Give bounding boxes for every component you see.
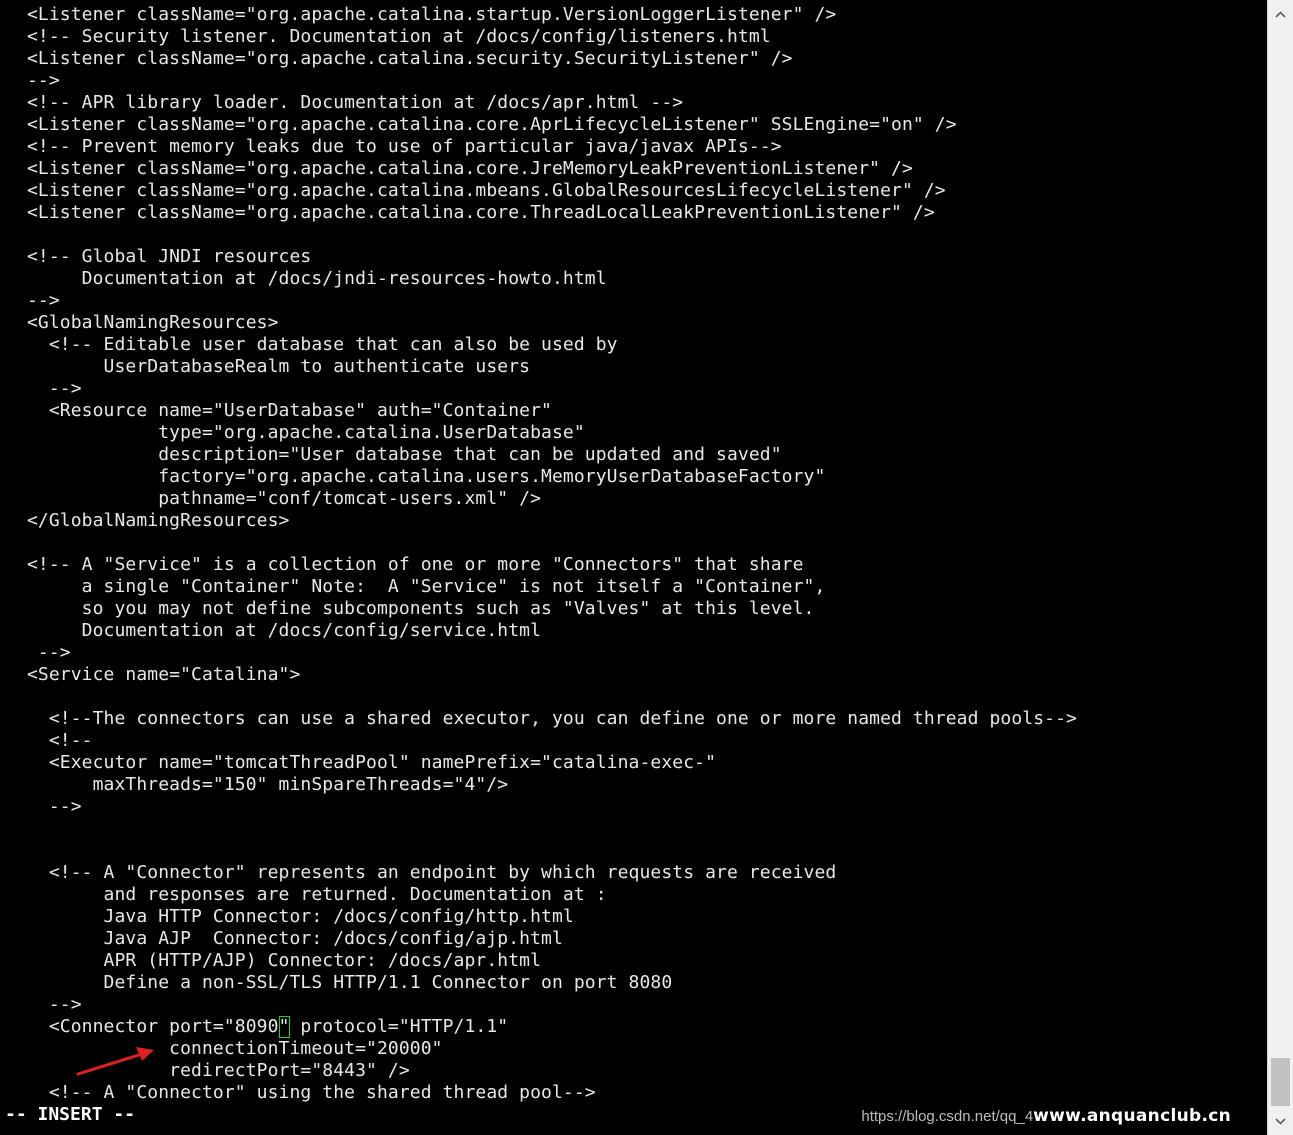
code-line: so you may not define subcomponents such… xyxy=(27,598,815,619)
code-line: and responses are returned. Documentatio… xyxy=(27,884,607,905)
code-line: factory="org.apache.catalina.users.Memor… xyxy=(27,466,826,487)
code-line: a single "Container" Note: A "Service" i… xyxy=(27,576,826,597)
code-line: <!-- Editable user database that can als… xyxy=(27,334,618,355)
code-line-cursor: <Connector port="8090" protocol="HTTP/1.… xyxy=(27,1016,1077,1038)
code-line: <!-- Global JNDI resources xyxy=(27,246,312,267)
code-line: --> xyxy=(27,796,82,817)
scroll-up-button[interactable] xyxy=(1268,0,1293,28)
watermark-brand: www.anquanclub.cn xyxy=(1033,1106,1231,1126)
code-line: <GlobalNamingResources> xyxy=(27,312,279,333)
code-line: <!-- A "Service" is a collection of one … xyxy=(27,554,804,575)
red-arrow-annotation xyxy=(76,1047,154,1076)
code-line: Define a non-SSL/TLS HTTP/1.1 Connector … xyxy=(27,972,673,993)
vertical-scrollbar[interactable] xyxy=(1267,0,1293,1135)
vim-mode-indicator: -- INSERT -- xyxy=(5,1104,136,1125)
code-line: description="User database that can be u… xyxy=(27,444,782,465)
code-line: --> xyxy=(27,642,71,663)
code-line: UserDatabaseRealm to authenticate users xyxy=(27,356,531,377)
code-line: Java AJP Connector: /docs/config/ajp.htm… xyxy=(27,928,563,949)
code-line: --> xyxy=(27,994,82,1015)
code-line: pathname="conf/tomcat-users.xml" /> xyxy=(27,488,542,509)
terminal-window[interactable]: <Listener className="org.apache.catalina… xyxy=(0,0,1267,1135)
code-line: <Listener className="org.apache.catalina… xyxy=(27,4,837,25)
code-line: maxThreads="150" minSpareThreads="4"/> xyxy=(27,774,509,795)
code-line: --> xyxy=(27,378,82,399)
watermark-url: https://blog.csdn.net/qq_4 xyxy=(861,1108,1034,1125)
scrollbar-thumb[interactable] xyxy=(1271,1058,1290,1106)
code-line: </GlobalNamingResources> xyxy=(27,510,290,531)
watermark: https://blog.csdn.net/qq_4www.anquanclub… xyxy=(861,1104,1231,1128)
code-line: Java HTTP Connector: /docs/config/http.h… xyxy=(27,906,574,927)
code-line: <!-- Prevent memory leaks due to use of … xyxy=(27,136,782,157)
code-line: type="org.apache.catalina.UserDatabase" xyxy=(27,422,585,443)
code-line: <Listener className="org.apache.catalina… xyxy=(27,180,946,201)
code-line: <!-- A "Connector" using the shared thre… xyxy=(27,1082,596,1103)
scroll-down-button[interactable] xyxy=(1268,1107,1293,1135)
code-line: --> xyxy=(27,290,60,311)
code-line: --> xyxy=(27,70,60,91)
code-line: Documentation at /docs/config/service.ht… xyxy=(27,620,542,641)
code-line: <!-- A "Connector" represents an endpoin… xyxy=(27,862,837,883)
editor-buffer[interactable]: <Listener className="org.apache.catalina… xyxy=(27,4,1077,1104)
code-text: protocol="HTTP/1.1" xyxy=(289,1016,509,1037)
text-cursor: " xyxy=(278,1016,290,1038)
chevron-down-icon xyxy=(1275,1117,1286,1125)
code-line: APR (HTTP/AJP) Connector: /docs/apr.html xyxy=(27,950,542,971)
code-line: connectionTimeout="20000" xyxy=(27,1038,443,1059)
code-line: <Listener className="org.apache.catalina… xyxy=(27,202,935,223)
code-line: <Listener className="org.apache.catalina… xyxy=(27,114,957,135)
code-line: Documentation at /docs/jndi-resources-ho… xyxy=(27,268,607,289)
code-line: <Resource name="UserDatabase" auth="Cont… xyxy=(27,400,552,421)
code-line: <Listener className="org.apache.catalina… xyxy=(27,158,913,179)
code-line: <Executor name="tomcatThreadPool" namePr… xyxy=(27,752,717,773)
code-text: <Connector port="8090 xyxy=(27,1016,279,1037)
code-line: redirectPort="8443" /> xyxy=(27,1060,410,1081)
chevron-up-icon xyxy=(1275,10,1286,18)
code-line: <!-- Security listener. Documentation at… xyxy=(27,26,771,47)
code-line: <!--The connectors can use a shared exec… xyxy=(27,708,1077,729)
code-line: <!-- APR library loader. Documentation a… xyxy=(27,92,684,113)
code-line: <Service name="Catalina"> xyxy=(27,664,301,685)
code-line: <!-- xyxy=(27,730,93,751)
code-line: <Listener className="org.apache.catalina… xyxy=(27,48,793,69)
